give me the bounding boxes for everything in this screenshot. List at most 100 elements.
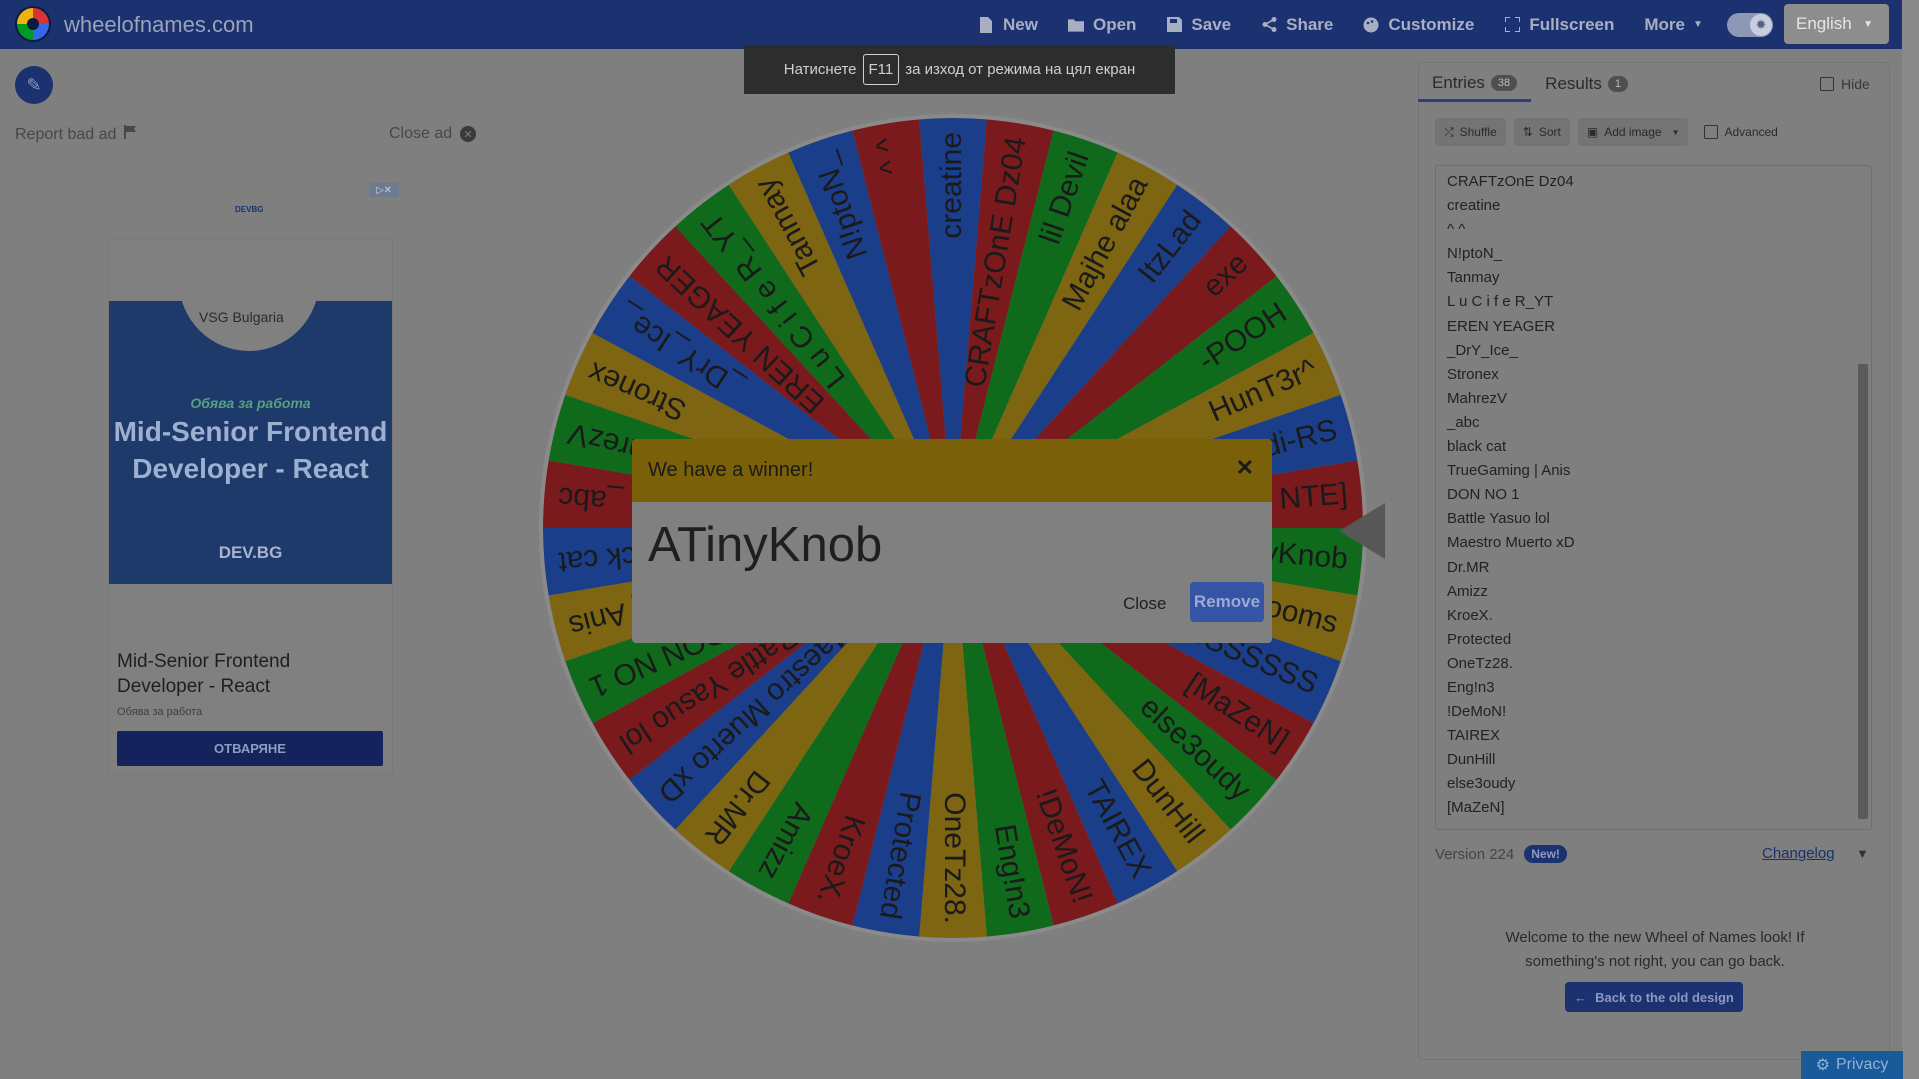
entry-line[interactable]: DON NO 1 bbox=[1447, 483, 1575, 507]
hide-checkbox[interactable]: Hide bbox=[1820, 76, 1870, 92]
wheel-segment-label: creatine bbox=[935, 132, 968, 239]
save-icon bbox=[1166, 17, 1182, 33]
close-ad-link[interactable]: Close ad ✕ bbox=[389, 125, 477, 143]
ad-image-footer: DEV.BG bbox=[218, 543, 283, 562]
entry-line[interactable]: Protected bbox=[1447, 628, 1575, 652]
entry-line[interactable]: EREN YEAGER bbox=[1447, 315, 1575, 339]
entry-line[interactable]: ^ ^ bbox=[1447, 218, 1575, 242]
back-to-old-design-label: Back to the old design bbox=[1595, 989, 1734, 1005]
fullscreen-button[interactable]: Fullscreen bbox=[1504, 15, 1614, 35]
entry-line[interactable]: L u C i f e R_YT bbox=[1447, 290, 1575, 314]
entry-line[interactable]: black cat bbox=[1447, 435, 1575, 459]
entry-line[interactable]: DunHill bbox=[1447, 748, 1575, 772]
save-button[interactable]: Save bbox=[1166, 15, 1231, 35]
customize-button[interactable]: Customize bbox=[1363, 15, 1474, 35]
close-button[interactable]: Close bbox=[1123, 594, 1166, 614]
ad-card[interactable]: VSG Bulgaria Обява за работа Mid-Senior … bbox=[108, 238, 393, 775]
entry-line[interactable]: TrueGaming | Anis bbox=[1447, 459, 1575, 483]
add-image-button[interactable]: ▣ Add image ▼ bbox=[1577, 118, 1689, 146]
customize-label: Customize bbox=[1388, 14, 1475, 34]
entry-line[interactable]: else3oudy bbox=[1447, 772, 1575, 796]
tab-entries-label: Entries bbox=[1432, 72, 1485, 92]
entry-line[interactable]: [MaZeN] bbox=[1447, 796, 1575, 820]
tab-results-label: Results bbox=[1545, 74, 1602, 93]
entry-line[interactable]: _abc bbox=[1447, 411, 1575, 435]
privacy-button[interactable]: ⚙ Privacy bbox=[1801, 1051, 1903, 1079]
caret-down-icon: ▼ bbox=[1863, 18, 1873, 30]
caret-down-icon: ▼ bbox=[1671, 127, 1680, 137]
entries-textarea[interactable]: CRAFTzOnE Dz04 creatine ^ ^ N!ptoN_ Tanmay L … bbox=[1435, 165, 1872, 830]
add-image-label: Add image bbox=[1604, 125, 1662, 139]
entries-scrollbar[interactable] bbox=[1858, 174, 1868, 819]
remove-button[interactable]: Remove bbox=[1190, 582, 1264, 622]
share-icon bbox=[1261, 17, 1277, 33]
welcome-message: Welcome to the new Wheel of Names look! … bbox=[1505, 929, 1805, 970]
wheel-segment-label: _abc bbox=[557, 480, 626, 518]
wheel-logo-icon[interactable] bbox=[15, 6, 51, 42]
entry-line[interactable]: !DeMoN! bbox=[1447, 700, 1575, 724]
report-ad-label: Report bad ad bbox=[15, 125, 117, 143]
checkbox-icon[interactable] bbox=[1704, 125, 1719, 139]
winner-dialog-header: We have a winner! ✕ bbox=[632, 439, 1272, 502]
entry-line[interactable]: creatine bbox=[1447, 194, 1575, 218]
shuffle-button[interactable]: ⤮ Shuffle bbox=[1435, 118, 1506, 146]
tab-entries[interactable]: Entries 38 bbox=[1418, 66, 1532, 102]
entry-line[interactable]: Battle Yasuo lol bbox=[1447, 507, 1575, 531]
entry-line[interactable]: KroeX. bbox=[1447, 604, 1575, 628]
dark-mode-toggle[interactable]: ✹ bbox=[1727, 13, 1773, 37]
entry-line[interactable]: _DrY_Ice_ bbox=[1447, 339, 1575, 363]
scrollbar-thumb[interactable] bbox=[1858, 364, 1868, 819]
save-label: Save bbox=[1191, 14, 1232, 34]
share-button[interactable]: Share bbox=[1261, 15, 1333, 35]
more-menu-button[interactable]: More ▼ bbox=[1644, 15, 1703, 35]
ad-choices-icon[interactable]: ▷✕ bbox=[369, 183, 399, 197]
entry-line[interactable]: Maestro Muerto xD bbox=[1447, 531, 1575, 555]
arrow-left-icon: ← bbox=[1574, 989, 1588, 1005]
entry-line[interactable]: Tanmay bbox=[1447, 266, 1575, 290]
new-button[interactable]: New bbox=[978, 15, 1038, 35]
back-to-old-design-button[interactable]: ← Back to the old design bbox=[1565, 982, 1743, 1012]
advanced-label: Advanced bbox=[1724, 125, 1778, 139]
chevron-down-icon[interactable]: ▼ bbox=[1856, 846, 1869, 861]
more-label: More bbox=[1644, 14, 1686, 34]
top-navbar: wheelofnames.com New Open Save Share Cus… bbox=[0, 0, 1902, 49]
checkbox-icon[interactable] bbox=[1820, 77, 1834, 91]
entry-line[interactable]: Eng!n3 bbox=[1447, 676, 1575, 700]
open-button[interactable]: Open bbox=[1067, 15, 1136, 35]
pencil-icon: ✎ bbox=[26, 74, 42, 95]
close-icon[interactable]: ✕ bbox=[1236, 455, 1254, 481]
page-scrollbar[interactable] bbox=[1902, 0, 1919, 1079]
wheel-segment-label: OneTz28. bbox=[938, 792, 971, 924]
wheel-pointer-icon bbox=[1339, 503, 1385, 559]
folder-icon bbox=[1067, 17, 1084, 33]
ad-company-logo: VSG Bulgaria bbox=[199, 309, 284, 325]
site-title[interactable]: wheelofnames.com bbox=[64, 12, 254, 38]
fullscreen-icon bbox=[1504, 17, 1520, 33]
entry-line[interactable]: OneTz28. bbox=[1447, 652, 1575, 676]
panel-tabs: Entries 38 Results 1 bbox=[1418, 66, 1642, 102]
entry-line[interactable]: MahrezV bbox=[1447, 387, 1575, 411]
ad-open-button[interactable]: ОТВАРЯНЕ bbox=[117, 731, 383, 766]
edit-pencil-button[interactable]: ✎ bbox=[15, 66, 53, 104]
entry-line[interactable]: TAIREX bbox=[1447, 724, 1575, 748]
entries-toolbar: ⤮ Shuffle ⇅ Sort ▣ Add image ▼ Advanced bbox=[1435, 118, 1778, 146]
entry-line[interactable]: Stronex bbox=[1447, 363, 1575, 387]
entry-line[interactable]: Amizz bbox=[1447, 580, 1575, 604]
entry-line[interactable]: CRAFTzOnE Dz04 bbox=[1447, 170, 1575, 194]
advanced-checkbox[interactable]: Advanced bbox=[1704, 125, 1778, 139]
tab-results[interactable]: Results 1 bbox=[1531, 66, 1642, 102]
ad-image[interactable]: VSG Bulgaria Обява за работа Mid-Senior … bbox=[109, 301, 392, 584]
shuffle-label: Shuffle bbox=[1459, 125, 1497, 139]
language-select[interactable]: English ▼ bbox=[1784, 4, 1889, 44]
changelog-link[interactable]: Changelog bbox=[1762, 845, 1835, 862]
flag-icon bbox=[124, 125, 137, 144]
entry-line[interactable]: Dr.MR bbox=[1447, 556, 1575, 580]
winner-name: ATinyKnob bbox=[648, 518, 883, 572]
entry-line[interactable]: N!ptoN_ bbox=[1447, 242, 1575, 266]
report-bad-ad-link[interactable]: Report bad ad bbox=[15, 125, 137, 144]
close-circle-icon: ✕ bbox=[460, 126, 477, 142]
shuffle-icon: ⤮ bbox=[1444, 124, 1454, 139]
sort-button[interactable]: ⇅ Sort bbox=[1513, 118, 1570, 146]
sort-label: Sort bbox=[1538, 125, 1561, 139]
ad-title[interactable]: Mid-Senior Frontend Developer - React bbox=[117, 649, 377, 699]
